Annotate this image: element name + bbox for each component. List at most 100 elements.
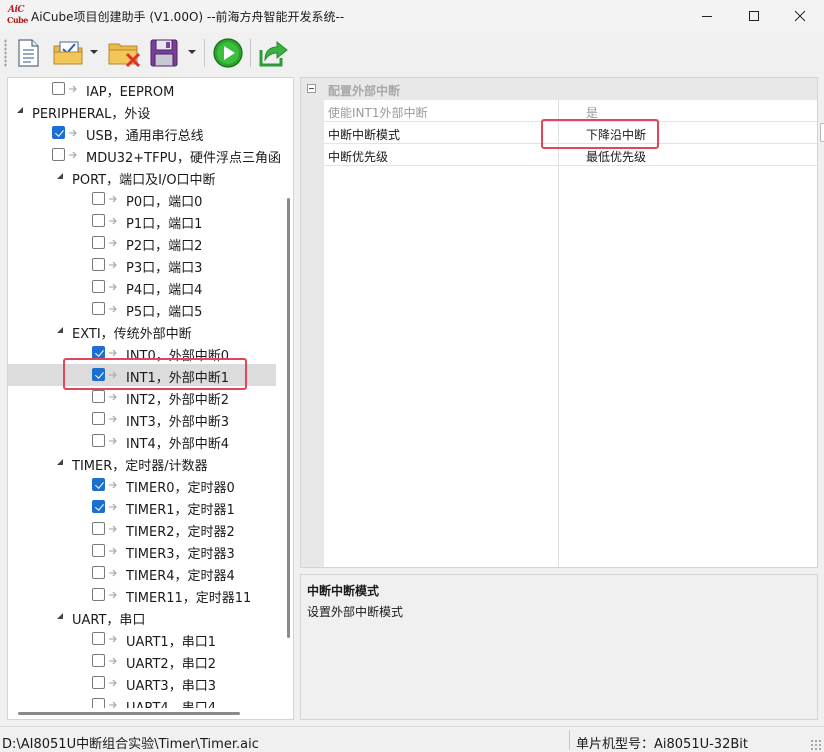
tree-leaf-node[interactable]: P0口，端口0	[8, 188, 276, 210]
interrupt-mode-select[interactable]: 下降沿中断	[586, 126, 646, 143]
minimize-icon	[702, 16, 712, 17]
tree-leaf-node[interactable]: TIMER1，定时器1	[8, 496, 276, 518]
tree-horizontal-scrollbar[interactable]	[8, 708, 283, 719]
tree-leaf-node[interactable]: P1口，端口1	[8, 210, 276, 232]
tree-checkbox[interactable]	[52, 148, 65, 161]
tree-leaf-node[interactable]: INT0，外部中断0	[8, 342, 276, 364]
tree-checkbox[interactable]	[92, 632, 105, 645]
tree-item-label: P0口，端口0	[126, 195, 203, 210]
tree-group-node[interactable]: TIMER，定时器/计数器	[8, 452, 276, 474]
expand-triangle-icon[interactable]	[56, 326, 64, 334]
tree-leaf-node[interactable]: INT1，外部中断1	[8, 364, 276, 386]
tree-checkbox[interactable]	[92, 654, 105, 667]
tree-item-label: P2口，端口2	[126, 239, 203, 254]
property-row-priority[interactable]: 中断优先级 最低优先级	[324, 144, 817, 166]
expand-triangle-icon[interactable]	[16, 106, 24, 114]
tree-checkbox[interactable]	[92, 412, 105, 425]
property-name: 中断中断模式	[328, 128, 401, 142]
property-grid: 配置外部中断 使能INT1外部中断 是 中断中断模式 下降沿中断 中断优先级 最…	[300, 77, 824, 568]
close-button[interactable]	[777, 0, 823, 32]
run-generate-button[interactable]	[210, 36, 246, 70]
tree-leaf-node[interactable]: INT2，外部中断2	[8, 386, 276, 408]
tree-leaf-node[interactable]: USB，通用串行总线	[8, 122, 276, 144]
tree-leaf-node[interactable]: INT4，外部中断4	[8, 430, 276, 452]
tree-leaf-node[interactable]: INT3，外部中断3	[8, 408, 276, 430]
tree-leaf-node[interactable]: TIMER0，定时器0	[8, 474, 276, 496]
property-row-interrupt-mode[interactable]: 中断中断模式 下降沿中断	[324, 122, 824, 144]
tree-checkbox[interactable]	[92, 368, 105, 381]
open-template-dropdown[interactable]	[88, 36, 100, 70]
tree-checkbox[interactable]	[92, 258, 105, 271]
tree-item-label: TIMER2，定时器2	[126, 525, 235, 540]
tree-item-label: TIMER4，定时器4	[126, 569, 235, 584]
tree-leaf-node[interactable]: P3口，端口3	[8, 254, 276, 276]
minimize-button[interactable]	[684, 0, 730, 32]
tree-leaf-node[interactable]: TIMER2，定时器2	[8, 518, 276, 540]
tree-checkbox[interactable]	[92, 346, 105, 359]
tree-leaf-node[interactable]: UART2，串口2	[8, 650, 276, 672]
tree-leaf-node[interactable]: UART1，串口1	[8, 628, 276, 650]
peripheral-tree[interactable]: IAP，EEPROM PERIPHERAL，外设 USB，通用串行总线 MDU32+T…	[7, 77, 294, 720]
tree-checkbox[interactable]	[92, 236, 105, 249]
right-arrow-icon	[109, 481, 117, 489]
tree-group-node[interactable]: EXTI，传统外部中断	[8, 320, 276, 342]
new-project-button[interactable]	[12, 36, 44, 70]
toolbar-grip[interactable]	[4, 39, 7, 67]
expand-triangle-icon[interactable]	[56, 612, 64, 620]
tree-checkbox[interactable]	[52, 126, 65, 139]
tree-leaf-node[interactable]: TIMER11，定时器11	[8, 584, 276, 606]
expand-triangle-icon[interactable]	[56, 458, 64, 466]
tree-checkbox[interactable]	[92, 676, 105, 689]
tree-checkbox[interactable]	[92, 302, 105, 315]
tree-checkbox[interactable]	[52, 82, 65, 95]
maximize-button[interactable]	[731, 0, 777, 32]
tree-checkbox[interactable]	[92, 214, 105, 227]
interrupt-mode-dropdown-button[interactable]	[820, 123, 824, 142]
tree-leaf-node[interactable]: P4口，端口4	[8, 276, 276, 298]
property-grid-gutter	[301, 100, 324, 567]
tree-horizontal-scroll-thumb[interactable]	[18, 712, 240, 715]
tree-checkbox[interactable]	[92, 390, 105, 403]
tree-checkbox[interactable]	[92, 544, 105, 557]
expand-triangle-icon[interactable]	[56, 172, 64, 180]
tree-item-label: TIMER0，定时器0	[126, 481, 235, 496]
tree-item-label: INT3，外部中断3	[126, 415, 230, 430]
tree-vertical-scroll-thumb[interactable]	[287, 198, 290, 638]
tree-checkbox[interactable]	[92, 280, 105, 293]
tree-checkbox[interactable]	[92, 566, 105, 579]
export-button[interactable]	[256, 36, 290, 70]
tree-checkbox[interactable]	[92, 500, 105, 513]
tree-checkbox[interactable]	[92, 522, 105, 535]
property-category[interactable]: 配置外部中断	[301, 78, 817, 100]
tree-checkbox[interactable]	[92, 192, 105, 205]
tree-checkbox[interactable]	[92, 588, 105, 601]
description-text: 设置外部中断模式	[307, 605, 404, 619]
tree-group-node[interactable]: PERIPHERAL，外设	[8, 100, 276, 122]
delete-project-button[interactable]	[106, 36, 144, 70]
tree-group-node[interactable]: PORT，端口及I/O口中断	[8, 166, 276, 188]
property-column-divider[interactable]	[558, 100, 559, 567]
property-row-enable-int1[interactable]: 使能INT1外部中断 是	[324, 100, 817, 122]
tree-leaf-node[interactable]: UART3，串口3	[8, 672, 276, 694]
tree-item-label: UART1，串口1	[126, 635, 216, 650]
save-project-button[interactable]	[146, 36, 182, 70]
property-value[interactable]: 最低优先级	[586, 148, 646, 165]
logo-text-bottom: Cube	[7, 15, 28, 25]
tree-leaf-node[interactable]: P2口，端口2	[8, 232, 276, 254]
tree-leaf-node[interactable]: TIMER3，定时器3	[8, 540, 276, 562]
tree-leaf-node[interactable]: MDU32+TFPU，硬件浮点三角函	[8, 144, 281, 166]
tree-vertical-scrollbar[interactable]	[283, 78, 293, 719]
tree-leaf-node[interactable]: IAP，EEPROM	[8, 78, 276, 100]
tree-item-label: TIMER11，定时器11	[126, 591, 252, 606]
open-template-button[interactable]	[52, 36, 86, 70]
right-arrow-icon	[109, 679, 117, 687]
save-dropdown[interactable]	[186, 36, 198, 70]
tree-group-node[interactable]: UART，串口	[8, 606, 276, 628]
collapse-icon[interactable]	[307, 84, 316, 93]
tree-leaf-node[interactable]: TIMER4，定时器4	[8, 562, 276, 584]
status-bar: D:\AI8051U中断组合实验\Timer\Timer.aic 单片机型号：A…	[0, 726, 824, 752]
tree-checkbox[interactable]	[92, 478, 105, 491]
resize-grip[interactable]	[810, 739, 822, 751]
tree-leaf-node[interactable]: P5口，端口5	[8, 298, 276, 320]
tree-checkbox[interactable]	[92, 434, 105, 447]
